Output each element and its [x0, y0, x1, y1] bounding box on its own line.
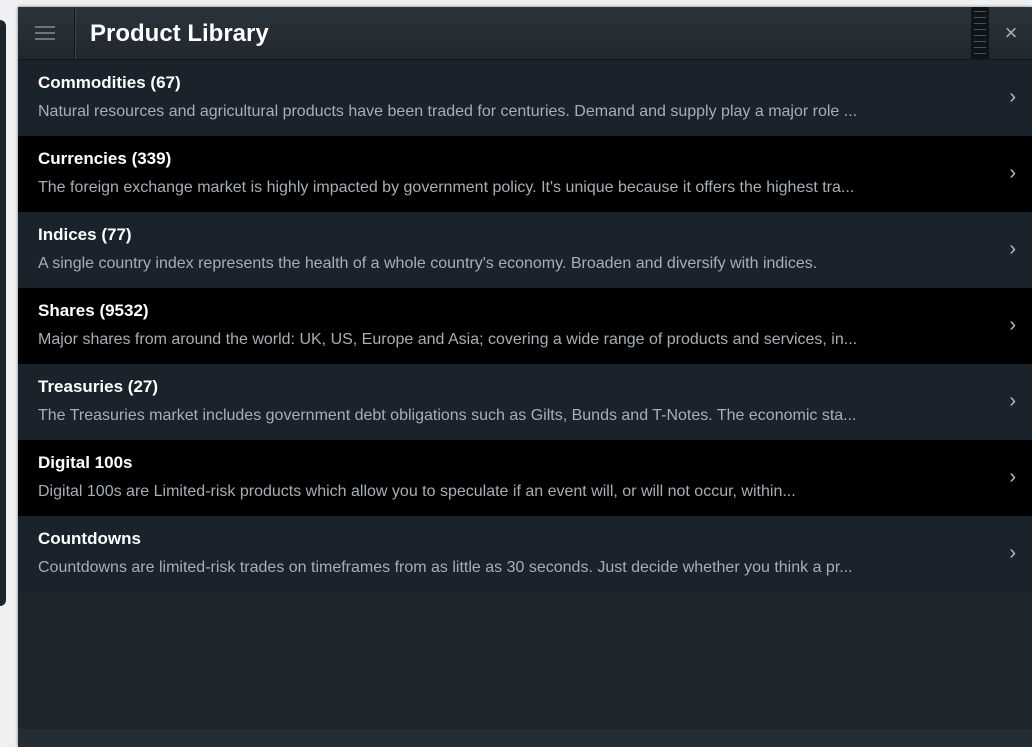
product-title: Treasuries (27) [38, 376, 1032, 398]
product-name: Commodities [38, 73, 146, 92]
product-description: Countdowns are limited-risk trades on ti… [38, 559, 853, 576]
product-description: The foreign exchange market is highly im… [38, 179, 855, 196]
product-title: Countdowns [38, 528, 1032, 550]
product-list: Commodities (67) Natural resources and ag… [18, 60, 1032, 592]
chevron-right-icon[interactable]: › [1009, 390, 1016, 413]
product-title: Digital 100s [38, 452, 1032, 474]
chevron-right-icon[interactable]: › [1009, 542, 1016, 565]
chevron-right-icon[interactable]: › [1009, 314, 1016, 337]
product-description: A single country index represents the he… [38, 255, 818, 272]
product-name: Currencies [38, 149, 127, 168]
product-row[interactable]: Indices (77) A single country index repre… [18, 212, 1032, 288]
close-icon[interactable]: × [996, 18, 1026, 48]
window-footer [18, 729, 1032, 747]
title-bar: Product Library × [18, 7, 1032, 60]
product-description: The Treasuries market includes governmen… [38, 407, 857, 424]
product-title: Indices (77) [38, 224, 1032, 246]
chevron-right-icon[interactable]: › [1009, 162, 1016, 185]
product-count: (339) [131, 149, 172, 168]
product-name: Digital 100s [38, 453, 133, 472]
product-row[interactable]: Digital 100s Digital 100s are Limited-ris… [18, 440, 1032, 516]
product-count: (77) [101, 225, 132, 244]
product-count: (67) [150, 73, 181, 92]
product-name: Indices [38, 225, 97, 244]
product-title: Shares (9532) [38, 300, 1032, 322]
product-row[interactable]: Commodities (67) Natural resources and ag… [18, 60, 1032, 136]
window-title: Product Library [90, 20, 269, 47]
product-row[interactable]: Currencies (339) The foreign exchange mar… [18, 136, 1032, 212]
product-row[interactable]: Treasuries (27) The Treasuries market inc… [18, 364, 1032, 440]
product-count: (9532) [99, 301, 149, 320]
product-row[interactable]: Shares (9532) Major shares from around th… [18, 288, 1032, 364]
product-description: Natural resources and agricultural produ… [38, 103, 858, 120]
chevron-right-icon[interactable]: › [1009, 86, 1016, 109]
product-library-window: Product Library × Commodities (67) Natura… [18, 7, 1032, 747]
product-name: Countdowns [38, 529, 141, 548]
product-title: Commodities (67) [38, 72, 1032, 94]
chevron-right-icon[interactable]: › [1009, 466, 1016, 489]
resize-grip-icon[interactable] [971, 7, 989, 59]
background-panel-edge [0, 20, 6, 606]
product-description: Major shares from around the world: UK, … [38, 331, 858, 348]
product-title: Currencies (339) [38, 148, 1032, 170]
product-count: (27) [127, 377, 159, 396]
menu-button[interactable] [18, 7, 75, 59]
product-name: Shares [38, 301, 95, 320]
chevron-right-icon[interactable]: › [1009, 238, 1016, 261]
product-row[interactable]: Countdowns Countdowns are limited-risk tr… [18, 516, 1032, 592]
product-name: Treasuries [38, 377, 124, 396]
product-description: Digital 100s are Limited-risk products w… [38, 483, 796, 500]
